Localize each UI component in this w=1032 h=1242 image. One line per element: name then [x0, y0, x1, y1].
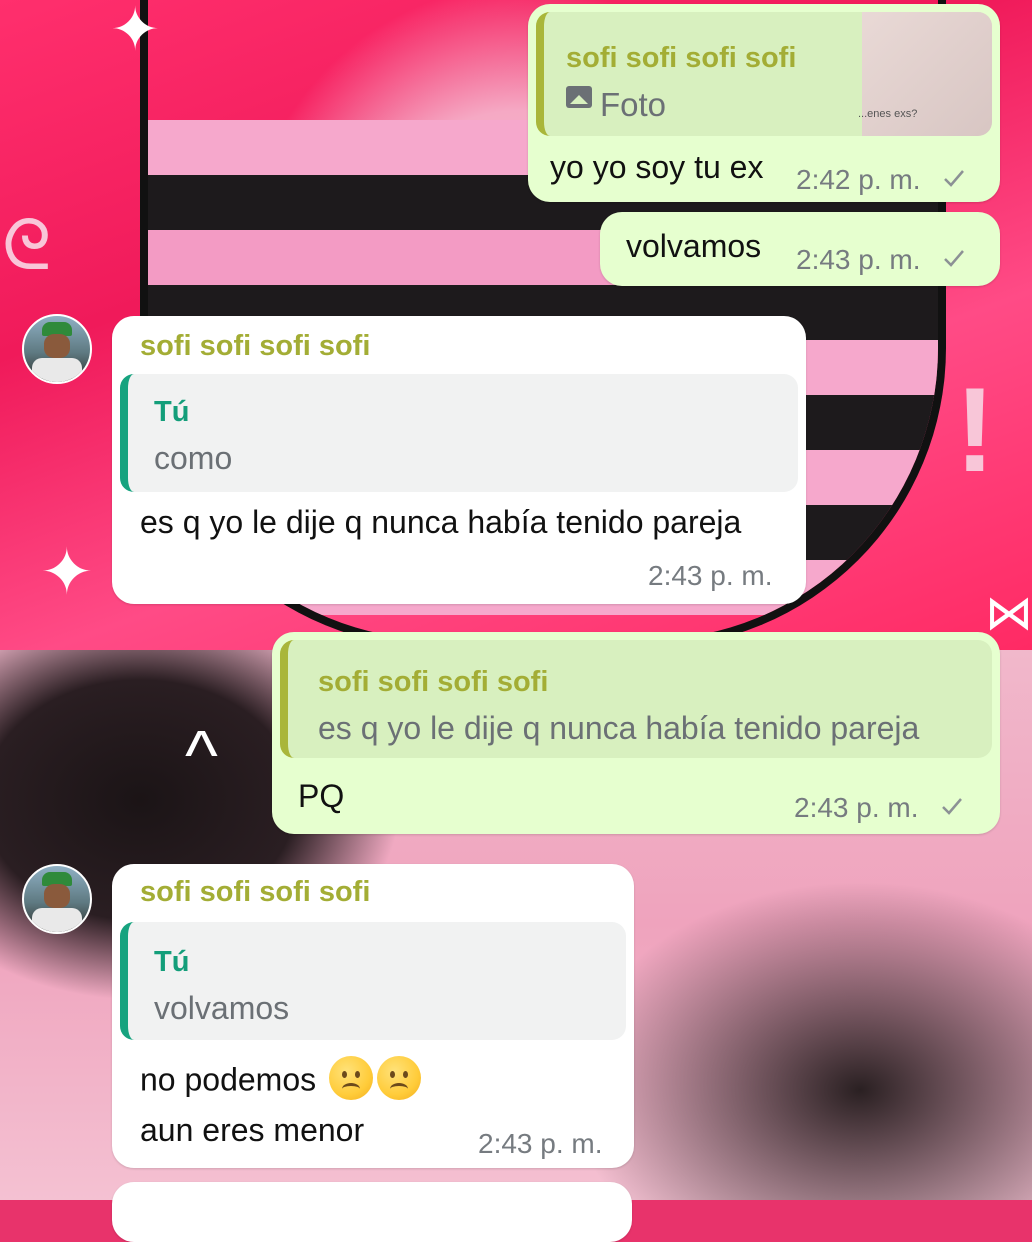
outgoing-message-bubble[interactable]: sofi sofi sofi sofi Foto ...enes exs? yo… — [528, 4, 1000, 202]
doodle-icon: ᘓ — [2, 206, 52, 284]
quoted-photo-preview[interactable]: sofi sofi sofi sofi Foto ...enes exs? — [536, 12, 992, 136]
caret-doodle-icon: ^ — [185, 716, 218, 794]
quoted-message[interactable]: Tú como — [120, 374, 798, 492]
message-time: 2:43 p. m. — [796, 244, 921, 275]
message-text-line: no podemos — [140, 1056, 422, 1104]
quoted-text: Foto — [600, 86, 667, 123]
incoming-message-bubble-partial[interactable] — [112, 1182, 632, 1242]
outgoing-message-bubble[interactable]: volvamos 2:43 p. m. — [600, 212, 1000, 286]
message-text: volvamos — [626, 228, 762, 264]
sparkle-icon: ✦ — [40, 536, 94, 608]
frowning-face-emoji-icon — [377, 1056, 422, 1100]
bow-doodle-icon: ⋈ — [985, 587, 1032, 640]
message-text: yo yo soy tu ex — [550, 149, 764, 185]
incoming-message-bubble[interactable]: sofi sofi sofi sofi Tú como es q yo le d… — [112, 316, 806, 604]
quoted-author: sofi sofi sofi sofi — [566, 42, 797, 74]
message-text: PQ — [298, 778, 345, 814]
quoted-message[interactable]: Tú volvamos — [120, 922, 626, 1040]
message-time: 2:43 p. m. — [648, 560, 773, 591]
message-text: aun eres menor — [140, 1112, 365, 1148]
sparkle-icon: ✦ — [110, 0, 161, 63]
sender-name: sofi sofi sofi sofi — [140, 330, 371, 362]
quoted-text: volvamos — [154, 990, 290, 1026]
message-text: no podemos — [140, 1061, 317, 1098]
quoted-author: Tú — [154, 396, 190, 428]
exclamation-doodle-icon: ! — [955, 363, 995, 497]
message-time: 2:43 p. m. — [794, 792, 919, 823]
sent-check-icon — [944, 250, 964, 267]
outgoing-message-bubble[interactable]: sofi sofi sofi sofi es q yo le dije q nu… — [272, 632, 1000, 834]
sent-check-icon — [944, 170, 964, 187]
frowning-face-emoji-icon — [329, 1056, 374, 1100]
message-time: 2:43 p. m. — [478, 1128, 603, 1159]
quoted-author: sofi sofi sofi sofi — [318, 666, 549, 698]
message-text: es q yo le dije q nunca había tenido par… — [140, 504, 742, 540]
quoted-author: Tú — [154, 946, 190, 978]
photo-icon — [566, 86, 592, 108]
sent-check-icon — [942, 798, 962, 815]
sender-name: sofi sofi sofi sofi — [140, 876, 371, 908]
quoted-text: es q yo le dije q nunca había tenido par… — [318, 710, 920, 746]
thumbnail-caption: ...enes exs? — [858, 108, 918, 120]
contact-avatar[interactable] — [22, 864, 92, 934]
contact-avatar[interactable] — [22, 314, 92, 384]
message-time: 2:42 p. m. — [796, 164, 921, 195]
quoted-photo-thumbnail: ...enes exs? — [858, 12, 992, 136]
incoming-message-bubble[interactable]: sofi sofi sofi sofi Tú volvamos no podem… — [112, 864, 634, 1168]
quoted-text: como — [154, 440, 233, 476]
quoted-message[interactable]: sofi sofi sofi sofi es q yo le dije q nu… — [280, 640, 992, 758]
